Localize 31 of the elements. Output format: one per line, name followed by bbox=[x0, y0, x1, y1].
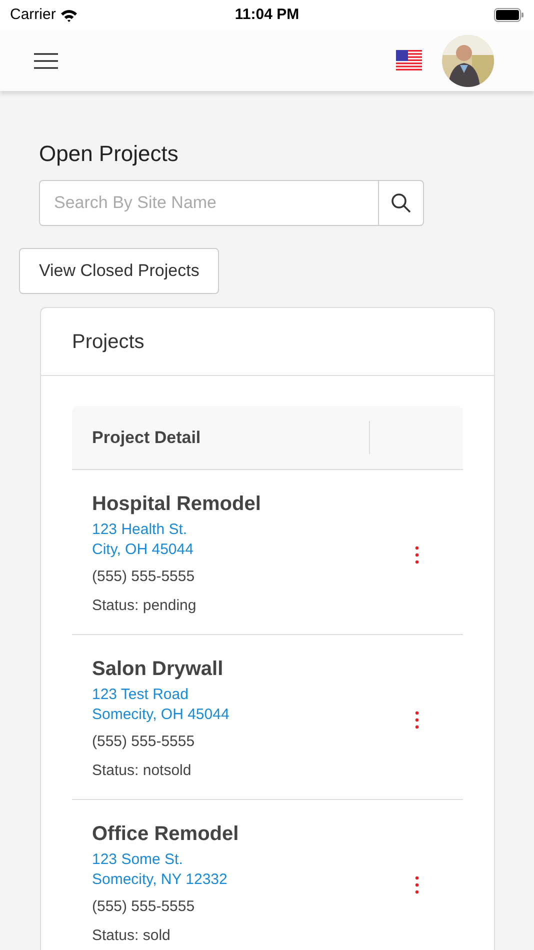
address-link[interactable]: Somecity, OH 45044 bbox=[92, 705, 415, 725]
more-options-icon[interactable] bbox=[415, 711, 419, 729]
more-options-icon[interactable] bbox=[415, 876, 419, 894]
time-text: 11:04 PM bbox=[234, 4, 300, 25]
battery-icon bbox=[494, 8, 524, 22]
carrier-text: Carrier bbox=[10, 4, 56, 25]
view-closed-projects-button[interactable]: View Closed Projects bbox=[19, 248, 220, 294]
status-text: Status: pending bbox=[92, 596, 198, 614]
search-input[interactable]: Search By Site Name bbox=[40, 181, 378, 225]
more-options-icon[interactable] bbox=[415, 546, 419, 564]
search-icon bbox=[391, 193, 411, 213]
address-link[interactable]: Somecity, NY 12332 bbox=[92, 870, 415, 890]
column-header: Project Detail bbox=[72, 420, 370, 454]
card-title: Projects bbox=[72, 330, 144, 354]
project-name[interactable]: Hospital Remodel bbox=[92, 490, 415, 518]
project-name[interactable]: Salon Drywall bbox=[92, 655, 415, 683]
status-text: Status: sold bbox=[92, 926, 172, 944]
address-link[interactable]: 123 Some St. bbox=[92, 850, 415, 870]
phone-text: (555) 555-5555 bbox=[92, 732, 196, 752]
address-link[interactable]: City, OH 45044 bbox=[92, 540, 415, 560]
address-link[interactable]: 123 Test Road bbox=[92, 685, 415, 705]
phone-text: (555) 555-5555 bbox=[92, 897, 196, 917]
project-name[interactable]: Office Remodel bbox=[92, 820, 415, 848]
search-field[interactable]: Search By Site Name bbox=[39, 180, 424, 226]
wifi-icon bbox=[60, 8, 78, 22]
address-link[interactable]: 123 Health St. bbox=[92, 520, 415, 540]
flag-icon[interactable] bbox=[396, 50, 422, 72]
phone-text: (555) 555-5555 bbox=[92, 567, 196, 587]
status-text: Status: notsold bbox=[92, 762, 192, 780]
menu-icon[interactable] bbox=[34, 52, 58, 68]
page-title: Open Projects bbox=[39, 140, 180, 168]
